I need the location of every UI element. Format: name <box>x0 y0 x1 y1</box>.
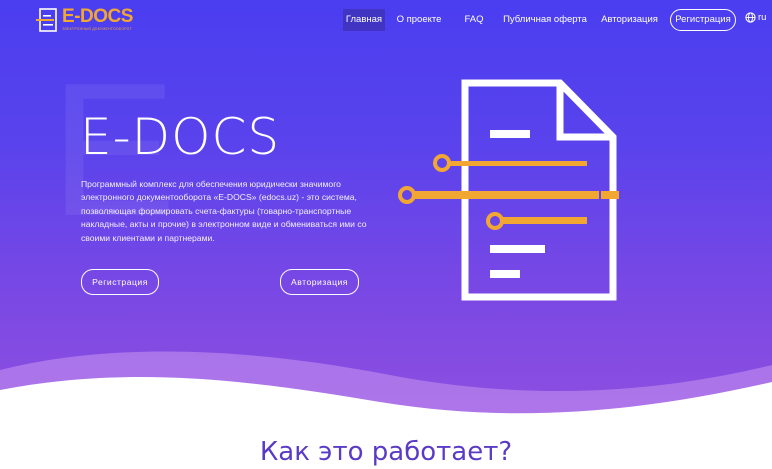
globe-icon <box>745 12 756 23</box>
nav-faq[interactable]: FAQ <box>460 9 488 31</box>
hero-wave <box>0 351 772 420</box>
top-navbar: E-DOCS ЭЛЕКТРОННЫЙ ДОКУМЕНТООБОРОТ Главн… <box>0 0 772 40</box>
language-label: ru <box>758 12 767 23</box>
hero-title: E-DOCS <box>80 108 281 166</box>
nav-public-offer[interactable]: Публичная оферта <box>502 9 588 31</box>
nav-register-button[interactable]: Регистрация <box>670 9 736 31</box>
hero-register-button[interactable]: Регистрация <box>81 269 159 295</box>
nav-login[interactable]: Авторизация <box>598 9 661 31</box>
hero-description: Программный комплекс для обеспечения юри… <box>81 179 367 243</box>
document-illustration <box>398 79 619 301</box>
logo-subtitle: ЭЛЕКТРОННЫЙ ДОКУМЕНТООБОРОТ <box>62 27 132 31</box>
how-it-works-title: Как это работает? <box>259 437 513 467</box>
hero-section: E E-DOCS Программный комплекс для обеспе… <box>0 0 772 420</box>
nav-about[interactable]: О проекте <box>393 9 445 31</box>
logo-text[interactable]: E-DOCS <box>62 6 133 28</box>
hero-login-button[interactable]: Авторизация <box>280 269 359 295</box>
language-selector[interactable]: ru <box>745 12 766 23</box>
nav-home[interactable]: Главная <box>343 9 385 31</box>
